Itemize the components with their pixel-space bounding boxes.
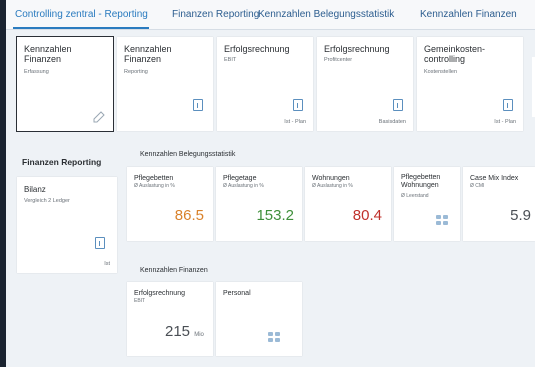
kpi-value-wrap: 215 Mio (165, 323, 204, 340)
tile-gemeinkostencontrolling[interactable]: Gemeinkosten-controlling Kostenstellen I… (417, 37, 523, 131)
kpi-unit: Mio (194, 332, 204, 338)
tile-subtitle: Ø Auslastung in % (312, 183, 353, 189)
document-icon (293, 99, 303, 111)
kpi-value: 5.9 (510, 207, 531, 224)
tile-title: Kennzahlen Finanzen (24, 44, 72, 64)
tile-subtitle: Ø Leerstand (401, 193, 429, 199)
tab-finanzen-reporting[interactable]: Finanzen Reporting (172, 9, 259, 20)
tile-title: Gemeinkosten-controlling (424, 44, 486, 64)
tile-subtitle: EBIT (224, 57, 237, 63)
tab-kennzahlen-belegungsstatistik[interactable]: Kennzahlen Belegungsstatistik (258, 9, 394, 20)
tile-footer: Ist - Plan (494, 119, 516, 125)
tile-footer: Basisdaten (378, 119, 406, 125)
tile-title: Personal (223, 290, 251, 297)
kpi-value: 153.2 (256, 207, 294, 224)
kpi-value: 80.4 (352, 207, 382, 224)
tile-subtitle: Ø Auslastung in % (134, 183, 175, 189)
tile-erfolgsrechnung-ebit[interactable]: Erfolgsrechnung EBIT Ist - Plan (217, 37, 313, 131)
tile-title: Kennzahlen Finanzen (124, 44, 172, 64)
tile-bilanz[interactable]: Bilanz Vergleich 2 Ledger Ist (17, 177, 117, 273)
tile-pflegetage[interactable]: Pflegetage Ø Auslastung in % 153.2 (216, 167, 302, 241)
tile-subtitle: Kostenstellen (424, 69, 458, 75)
launchpad-page: Controlling zentral - Reporting Finanzen… (6, 0, 535, 367)
section-heading-belegungsstatistik: Kennzahlen Belegungsstatistik (140, 151, 236, 158)
tile-footer: Ist (104, 261, 110, 267)
document-icon (95, 237, 105, 249)
tile-subtitle: EBIT (134, 298, 146, 304)
tile-erfolgsrechnung-ebit-kpi[interactable]: Erfolgsrechnung EBIT 215 Mio (127, 282, 213, 356)
section-heading-kennzahlen-finanzen: Kennzahlen Finanzen (140, 267, 208, 274)
active-tab-indicator (13, 27, 149, 29)
tile-pflegebetten[interactable]: Pflegebetten Ø Auslastung in % 86.5 (127, 167, 213, 241)
tab-kennzahlen-finanzen[interactable]: Kennzahlen Finanzen (420, 9, 517, 20)
tile-kennzahlen-finanzen-reporting[interactable]: Kennzahlen Finanzen Reporting (117, 37, 213, 131)
tile-subtitle: Vergleich 2 Ledger (24, 198, 70, 204)
document-icon (393, 99, 403, 111)
tile-subtitle: Erfassung (24, 69, 49, 75)
tile-wohnungen[interactable]: Wohnungen Ø Auslastung in % 80.4 (305, 167, 391, 241)
tile-title: Erfolgsrechnung (324, 44, 390, 54)
tile-subtitle: Reporting (124, 69, 148, 75)
tile-erfolgsrechnung-profitcenter[interactable]: Erfolgsrechnung Profitcenter Basisdaten (317, 37, 413, 131)
tile-footer: Ist - Plan (284, 119, 306, 125)
tile-subtitle: Profitcenter (324, 57, 353, 63)
tab-bar: Controlling zentral - Reporting Finanzen… (6, 0, 535, 30)
grid-icon (436, 215, 448, 225)
tile-subtitle: Ø Auslastung in % (223, 183, 264, 189)
kpi-value: 215 (165, 323, 191, 340)
section-heading-finanzen-reporting: Finanzen Reporting (22, 157, 102, 167)
tile-case-mix-index[interactable]: Case Mix Index Ø CMI 5.9 (463, 167, 535, 241)
kpi-value: 86.5 (174, 207, 204, 224)
document-icon (193, 99, 203, 111)
tile-subtitle: Ø CMI (470, 183, 485, 189)
tab-controlling-zentral[interactable]: Controlling zentral - Reporting (15, 9, 148, 20)
tile-title: Erfolgsrechnung (224, 44, 290, 54)
pencil-icon (93, 111, 105, 123)
tile-kennzahlen-finanzen-erfassung[interactable]: Kennzahlen Finanzen Erfassung (16, 36, 114, 132)
grid-icon (268, 332, 280, 342)
tile-title: Pflegebetten Wohnungen (401, 174, 441, 189)
tile-title: Bilanz (24, 185, 46, 194)
document-icon (503, 99, 513, 111)
tile-pflegebetten-wohnungen[interactable]: Pflegebetten Wohnungen Ø Leerstand (394, 167, 460, 241)
tile-personal[interactable]: Personal (216, 282, 302, 356)
